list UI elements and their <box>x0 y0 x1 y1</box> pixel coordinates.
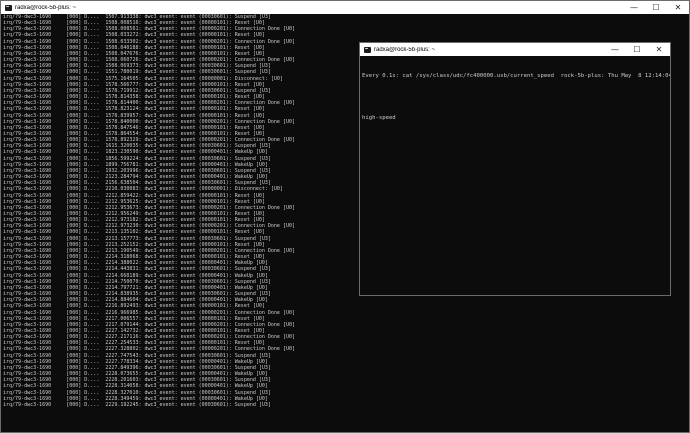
close-button[interactable]: ✕ <box>648 43 670 56</box>
watch-window-titlebar[interactable]: radxa@rock-5b-plus: ~ — ☐ ✕ <box>360 43 670 56</box>
watch-window-title: radxa@rock-5b-plus: ~ <box>374 46 435 53</box>
minimize-button[interactable]: — <box>604 43 626 56</box>
current-speed-value: high-speed <box>362 115 396 121</box>
minimize-button[interactable]: — <box>623 1 645 14</box>
maximize-button[interactable]: ☐ <box>626 43 648 56</box>
watch-header: Every 0.1s: cat /sys/class/udc/fc400000.… <box>362 73 671 79</box>
watch-terminal-window[interactable]: radxa@rock-5b-plus: ~ — ☐ ✕ Every 0.1s: … <box>359 42 671 296</box>
main-window-titlebar[interactable]: radxa@rock-5b-plus: ~ — ☐ ✕ <box>1 1 689 14</box>
watch-output[interactable]: Every 0.1s: cat /sys/class/udc/fc400000.… <box>360 56 670 136</box>
maximize-button[interactable]: ☐ <box>645 1 667 14</box>
terminal-icon <box>364 46 371 53</box>
main-window-title: radxa@rock-5b-plus: ~ <box>15 4 76 11</box>
watch-window-controls: — ☐ ✕ <box>604 43 670 56</box>
log-line: irq/79-dwc3-1690 [000] D.... 2229.192245… <box>3 401 271 408</box>
main-window-controls: — ☐ ✕ <box>623 1 689 14</box>
terminal-icon <box>5 4 12 11</box>
close-button[interactable]: ✕ <box>667 1 689 14</box>
